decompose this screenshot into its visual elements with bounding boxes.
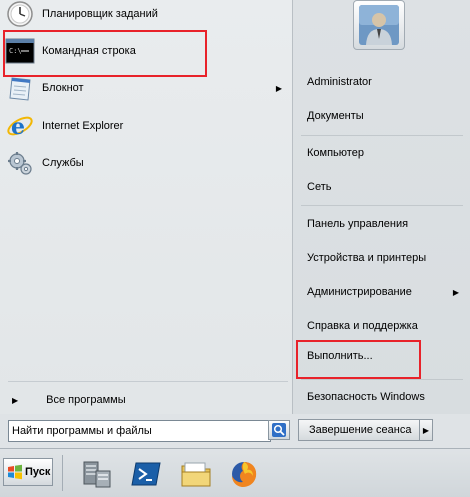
right-item-label: Компьютер — [307, 147, 364, 159]
shutdown-button[interactable]: Завершение сеанса — [298, 419, 420, 441]
powershell-icon — [131, 462, 161, 486]
user-name-link[interactable]: Administrator — [307, 70, 465, 94]
right-item-network[interactable]: Сеть — [307, 175, 465, 199]
search-button[interactable] — [268, 420, 290, 440]
svg-text:C:\: C:\ — [9, 47, 22, 55]
right-item-label: Панель управления — [307, 218, 409, 230]
start-button[interactable]: Пуск — [3, 458, 53, 486]
user-avatar-icon — [359, 5, 399, 45]
right-item-label: Документы — [307, 110, 364, 122]
search-input[interactable] — [8, 420, 271, 442]
firefox-icon — [232, 462, 257, 487]
services-icon — [4, 147, 36, 179]
right-separator — [301, 379, 463, 380]
submenu-arrow-icon: ▶ — [452, 287, 459, 297]
user-avatar[interactable] — [353, 0, 405, 50]
all-programs-label: Все программы — [46, 394, 126, 406]
right-item-computer[interactable]: Компьютер — [307, 141, 465, 165]
taskbar-firefox[interactable] — [226, 457, 262, 491]
all-programs-button[interactable]: ▶ Все программы — [8, 390, 288, 410]
start-menu-right-pane: Administrator Документы Компьютер Сеть П… — [293, 0, 470, 414]
start-menu: Планировщик заданий C:\ Командная строка — [0, 0, 470, 448]
search-icon — [272, 423, 286, 437]
start-label: Пуск — [25, 466, 51, 478]
taskbar: Пуск — [0, 448, 470, 497]
windows-logo-icon — [8, 464, 22, 480]
shutdown-label: Завершение сеанса — [309, 424, 412, 436]
right-separator — [301, 135, 463, 136]
right-item-help-support[interactable]: Справка и поддержка — [307, 314, 465, 338]
taskbar-explorer[interactable] — [178, 457, 214, 491]
server-manager-icon — [83, 461, 111, 488]
right-item-label: Справка и поддержка — [307, 320, 418, 332]
program-notepad[interactable]: Блокнот ▶ — [4, 71, 290, 105]
command-prompt-icon: C:\ — [4, 35, 36, 67]
all-programs-arrow-icon: ▶ — [12, 395, 19, 405]
right-item-label: Безопасность Windows — [307, 391, 425, 403]
right-separator — [301, 205, 463, 206]
task-scheduler-icon — [4, 0, 36, 30]
submenu-arrow-icon: ▶ — [275, 83, 282, 93]
program-label: Командная строка — [42, 45, 136, 57]
program-task-scheduler[interactable]: Планировщик заданий — [4, 0, 290, 31]
program-command-prompt[interactable]: C:\ Командная строка — [4, 34, 290, 68]
internet-explorer-icon: e — [4, 110, 36, 142]
right-item-control-panel[interactable]: Панель управления — [307, 212, 465, 236]
user-name-label: Administrator — [307, 76, 372, 88]
right-item-documents[interactable]: Документы — [307, 104, 465, 128]
shutdown-options-button[interactable]: ▶ — [419, 419, 433, 441]
start-menu-search-row: Завершение сеанса ▶ — [0, 414, 470, 448]
right-item-label: Устройства и принтеры — [307, 252, 427, 264]
right-item-label: Сеть — [307, 181, 332, 193]
svg-text:e: e — [11, 114, 25, 140]
program-label: Блокнот — [42, 82, 84, 94]
right-item-label: Администрирование — [307, 286, 412, 298]
explorer-folder-icon — [181, 462, 211, 487]
program-services[interactable]: Службы — [4, 146, 290, 180]
program-label: Службы — [42, 157, 84, 169]
right-item-devices-printers[interactable]: Устройства и принтеры — [307, 246, 465, 270]
right-item-run[interactable]: Выполнить... — [307, 344, 465, 368]
program-internet-explorer[interactable]: e Internet Explorer — [4, 109, 290, 143]
right-item-administration[interactable]: Администрирование ▶ — [307, 280, 465, 304]
program-label: Планировщик заданий — [42, 8, 158, 20]
right-item-label: Выполнить... — [307, 350, 373, 362]
taskbar-server-manager[interactable] — [78, 457, 114, 491]
taskbar-separator — [62, 455, 63, 491]
notepad-icon — [4, 72, 36, 104]
right-item-windows-security[interactable]: Безопасность Windows — [307, 385, 465, 409]
program-label: Internet Explorer — [42, 120, 124, 132]
start-menu-left-pane: Планировщик заданий C:\ Командная строка — [0, 0, 293, 414]
left-pane-separator — [8, 381, 288, 382]
taskbar-powershell[interactable] — [128, 457, 164, 491]
chevron-right-icon: ▶ — [422, 425, 430, 435]
